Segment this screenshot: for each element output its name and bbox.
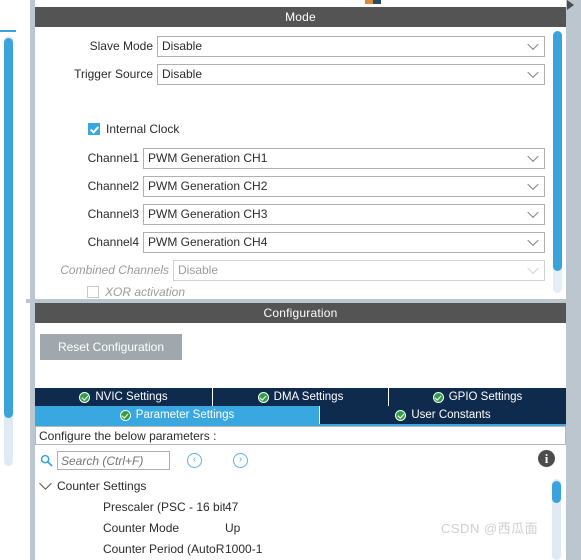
chevron-down-icon — [527, 38, 539, 51]
channel2-dropdown[interactable]: PWM Generation CH2 — [143, 175, 545, 197]
tree-group-counter-settings[interactable]: Counter Settings — [35, 475, 566, 496]
clipped-marker-orange — [365, 0, 373, 4]
left-frame-inner — [26, 0, 30, 560]
channel3-value: PWM Generation CH3 — [148, 207, 268, 221]
app-root: Mode Slave Mode Disable Trigger Source D… — [0, 0, 581, 560]
tree-row-counter-mode[interactable]: Counter Mode Up — [35, 517, 566, 538]
parameter-tree: Counter Settings Prescaler (PSC - 16 bit… — [35, 475, 566, 560]
configuration-panel-body: Reset Configuration NVIC Settings DMA Se… — [35, 323, 566, 560]
chevron-down-icon — [527, 206, 539, 219]
slave-mode-dropdown[interactable]: Disable — [157, 35, 545, 57]
tree-group-label: Counter Settings — [57, 478, 147, 493]
check-circle-icon — [432, 391, 444, 403]
xor-activation-checkbox[interactable] — [87, 286, 99, 298]
parameter-tree-scrollbar-thumb[interactable] — [552, 481, 561, 503]
check-circle-icon — [119, 409, 131, 421]
chevron-down-icon — [527, 178, 539, 191]
channel3-dropdown[interactable]: PWM Generation CH3 — [143, 203, 545, 225]
top-clipped-widget — [35, 0, 566, 7]
trigger-source-dropdown[interactable]: Disable — [157, 63, 545, 85]
clipped-marker-blue — [373, 0, 381, 4]
tab-gpio-settings-label: GPIO Settings — [448, 391, 523, 403]
row-combined-channels: Combined Channels Disable — [35, 257, 555, 283]
tree-row-prescaler-value: 47 — [225, 499, 239, 514]
chevron-down-icon — [527, 150, 539, 163]
trigger-source-value: Disable — [162, 67, 203, 81]
internal-clock-label: Internal Clock — [106, 122, 180, 136]
combined-channels-label: Combined Channels — [60, 263, 169, 277]
tree-row-counter-mode-value: Up — [225, 520, 241, 535]
left-accent-line — [0, 30, 16, 32]
row-slave-mode: Slave Mode Disable — [35, 33, 555, 59]
channel3-label: Channel3 — [87, 207, 139, 221]
tree-row-prescaler-name: Prescaler (PSC - 16 bits value) — [103, 499, 225, 514]
row-channel4: Channel4 PWM Generation CH4 — [35, 229, 555, 255]
internal-clock-checkbox-row[interactable]: Internal Clock — [88, 122, 179, 136]
tree-row-counter-period-value: 1000-1 — [225, 541, 263, 556]
channel1-dropdown[interactable]: PWM Generation CH1 — [143, 147, 545, 169]
search-next-button[interactable]: › — [233, 453, 248, 468]
channel2-label: Channel2 — [87, 179, 139, 193]
tab-nvic-settings[interactable]: NVIC Settings — [35, 388, 213, 406]
search-input[interactable] — [57, 451, 170, 470]
configuration-panel-title: Configuration — [35, 303, 566, 323]
combined-channels-value: Disable — [178, 263, 219, 277]
chevron-down-icon — [527, 262, 539, 275]
tab-row-primary: NVIC Settings DMA Settings GPIO Settings — [35, 388, 566, 406]
check-circle-icon — [79, 391, 91, 403]
chevron-down-icon — [527, 66, 539, 79]
xor-activation-label: XOR activation — [105, 285, 186, 299]
search-prev-button[interactable]: ‹ — [187, 453, 202, 468]
row-trigger-source: Trigger Source Disable — [35, 61, 555, 87]
tab-dma-settings[interactable]: DMA Settings — [213, 388, 389, 406]
search-toolbar: ‹ › — [35, 448, 566, 474]
chevron-down-icon — [527, 234, 539, 247]
outer-vertical-scrollbar-thumb[interactable] — [4, 38, 13, 418]
right-frame-column — [566, 0, 581, 560]
reset-configuration-button[interactable]: Reset Configuration — [40, 334, 182, 360]
mode-panel-title: Mode — [35, 7, 566, 27]
tab-row-secondary: Parameter Settings User Constants — [35, 406, 566, 424]
combined-channels-dropdown[interactable]: Disable — [173, 259, 545, 281]
channel4-label: Channel4 — [87, 235, 139, 249]
configuration-panel: Configuration Reset Configuration NVIC S… — [35, 303, 566, 560]
check-circle-icon — [395, 409, 407, 421]
configure-parameters-banner: Configure the below parameters : — [35, 426, 566, 445]
row-channel1: Channel1 PWM Generation CH1 — [35, 145, 555, 171]
tab-dma-settings-label: DMA Settings — [273, 391, 344, 403]
tree-row-counter-period-name: Counter Period (AutoReload Re... — [103, 541, 225, 556]
tab-parameter-settings-label: Parameter Settings — [135, 409, 235, 421]
channel4-dropdown[interactable]: PWM Generation CH4 — [143, 231, 545, 253]
channel4-value: PWM Generation CH4 — [148, 235, 268, 249]
mode-panel: Mode Slave Mode Disable Trigger Source D… — [35, 7, 566, 299]
trigger-source-label: Trigger Source — [74, 67, 153, 81]
internal-clock-checkbox[interactable] — [88, 123, 100, 135]
slave-mode-label: Slave Mode — [89, 39, 153, 53]
slave-mode-value: Disable — [162, 39, 203, 53]
tree-row-prescaler[interactable]: Prescaler (PSC - 16 bits value) 47 — [35, 496, 566, 517]
tree-row-counter-period[interactable]: Counter Period (AutoReload Re... 1000-1 — [35, 538, 566, 559]
tab-nvic-settings-label: NVIC Settings — [95, 391, 168, 403]
row-channel2: Channel2 PWM Generation CH2 — [35, 173, 555, 199]
channel2-value: PWM Generation CH2 — [148, 179, 268, 193]
xor-activation-checkbox-row[interactable]: XOR activation — [87, 285, 185, 299]
tree-row-counter-mode-name: Counter Mode — [103, 520, 180, 535]
info-icon[interactable]: i — [538, 450, 555, 467]
check-circle-icon — [257, 391, 269, 403]
tab-gpio-settings[interactable]: GPIO Settings — [389, 388, 566, 406]
channel1-value: PWM Generation CH1 — [148, 151, 268, 165]
chevron-expanded-icon — [39, 477, 52, 490]
mode-panel-scrollbar-thumb[interactable] — [553, 31, 562, 271]
tab-user-constants[interactable]: User Constants — [320, 406, 566, 424]
mode-panel-body: Slave Mode Disable Trigger Source Disabl… — [35, 27, 566, 299]
search-icon — [40, 454, 53, 467]
tab-user-constants-label: User Constants — [411, 409, 491, 421]
scroll-right-arrow-icon[interactable] — [567, 0, 574, 10]
channel1-label: Channel1 — [87, 151, 139, 165]
tab-parameter-settings[interactable]: Parameter Settings — [35, 406, 320, 424]
row-channel3: Channel3 PWM Generation CH3 — [35, 201, 555, 227]
